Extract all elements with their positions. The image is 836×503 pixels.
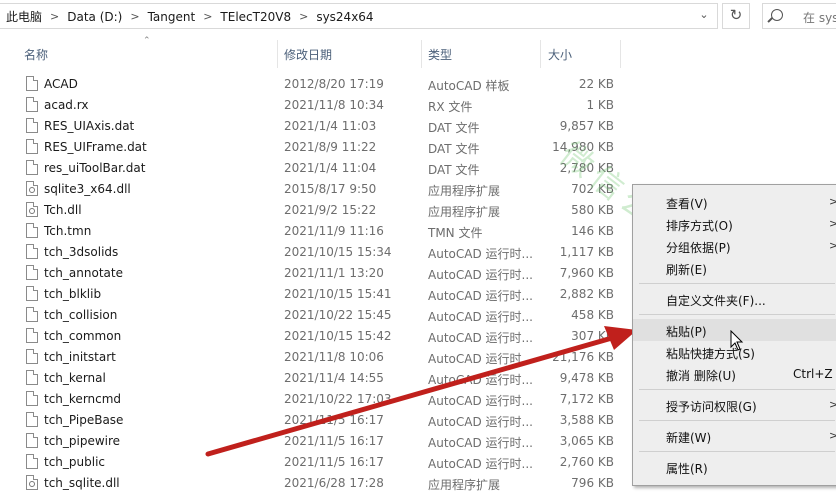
menu-separator bbox=[639, 283, 835, 284]
menu-separator bbox=[639, 420, 835, 421]
menu-item[interactable]: 属性(R) bbox=[633, 456, 836, 478]
chevron-right-icon: > bbox=[829, 429, 836, 442]
menu-item-label: 排序方式(O) bbox=[666, 219, 733, 233]
menu-item[interactable]: 刷新(E) bbox=[633, 257, 836, 279]
menu-item[interactable]: 撤消 删除(U) Ctrl+Z bbox=[633, 363, 836, 385]
menu-item-label: 刷新(E) bbox=[666, 263, 707, 277]
menu-item-label: 查看(V) bbox=[666, 197, 708, 211]
chevron-right-icon: > bbox=[829, 195, 836, 208]
chevron-right-icon: > bbox=[829, 239, 836, 252]
menu-item[interactable]: 分组依据(P) > bbox=[633, 235, 836, 257]
menu-item-label: 撤消 删除(U) bbox=[666, 369, 736, 383]
menu-item[interactable]: 自定义文件夹(F)... bbox=[633, 288, 836, 310]
menu-separator bbox=[639, 451, 835, 452]
menu-item-label: 新建(W) bbox=[666, 431, 712, 445]
chevron-right-icon: > bbox=[829, 398, 836, 411]
menu-item[interactable]: 授予访问权限(G) > bbox=[633, 394, 836, 416]
menu-item[interactable]: 新建(W) > bbox=[633, 425, 836, 447]
menu-separator bbox=[639, 314, 835, 315]
menu-separator bbox=[639, 389, 835, 390]
menu-item-label: 自定义文件夹(F)... bbox=[666, 294, 766, 308]
mouse-cursor-icon bbox=[730, 330, 744, 351]
menu-item-shortcut: Ctrl+Z bbox=[793, 367, 833, 381]
chevron-right-icon: > bbox=[829, 217, 836, 230]
menu-item-label: 属性(R) bbox=[666, 462, 708, 476]
menu-item-label: 粘贴(P) bbox=[666, 325, 707, 339]
menu-item[interactable]: 查看(V) > bbox=[633, 191, 836, 213]
menu-item-label: 授予访问权限(G) bbox=[666, 400, 757, 414]
menu-item[interactable]: 排序方式(O) > bbox=[633, 213, 836, 235]
menu-item-label: 分组依据(P) bbox=[666, 241, 731, 255]
